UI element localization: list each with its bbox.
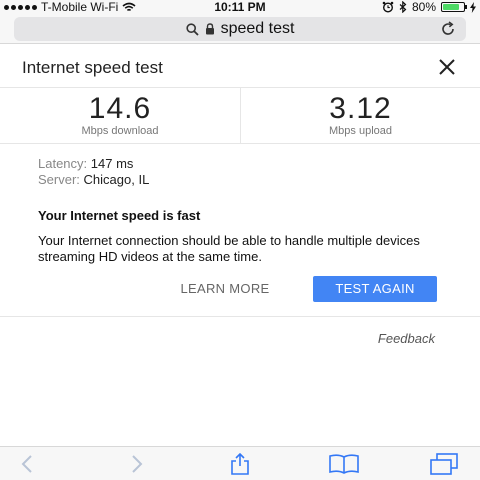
status-right: 80% — [382, 0, 476, 14]
upload-value: 3.12 — [329, 92, 392, 125]
server-row: Server: Chicago, IL — [38, 172, 458, 188]
upload-label: Mbps upload — [329, 125, 392, 137]
tabs-icon[interactable] — [428, 453, 460, 475]
share-icon[interactable] — [228, 453, 252, 475]
browser-toolbar — [0, 446, 480, 480]
carrier-label: T-Mobile Wi-Fi — [41, 0, 119, 14]
action-row: LEARN MORE TEST AGAIN — [0, 276, 480, 302]
divider — [0, 316, 480, 317]
server-value: Chicago, IL — [83, 172, 150, 187]
latency-value: 147 ms — [90, 156, 134, 171]
search-icon — [185, 22, 199, 36]
close-icon[interactable] — [436, 56, 458, 78]
browser-address-area: speed test — [0, 14, 480, 44]
signal-dots-icon — [4, 4, 37, 10]
card-title: Internet speed test — [22, 58, 163, 77]
result-headline: Your Internet speed is fast — [38, 208, 201, 223]
status-bar: T-Mobile Wi-Fi 10:11 PM 80% — [0, 0, 480, 14]
test-again-button[interactable]: TEST AGAIN — [313, 276, 437, 302]
speed-metrics: 14.6 Mbps download 3.12 Mbps upload — [0, 88, 480, 144]
battery-icon — [441, 2, 467, 12]
server-label: Server: — [38, 172, 80, 187]
bookmarks-icon[interactable] — [328, 453, 360, 475]
card-header: Internet speed test — [0, 50, 480, 88]
address-content[interactable]: speed test — [14, 17, 466, 41]
battery-percent: 80% — [411, 0, 436, 14]
download-label: Mbps download — [81, 125, 159, 137]
latency-row: Latency: 147 ms — [38, 156, 458, 172]
lock-icon — [205, 23, 214, 35]
feedback-link[interactable]: Feedback — [378, 331, 435, 346]
back-icon[interactable] — [16, 453, 40, 475]
alarm-icon — [382, 1, 394, 13]
reload-icon[interactable] — [438, 19, 458, 39]
learn-more-button[interactable]: LEARN MORE — [160, 276, 290, 302]
bluetooth-icon — [399, 1, 407, 13]
latency-label: Latency: — [38, 156, 88, 171]
download-metric: 14.6 Mbps download — [0, 88, 240, 143]
status-left: T-Mobile Wi-Fi — [4, 0, 136, 14]
download-value: 14.6 — [88, 92, 152, 125]
wifi-icon — [122, 2, 136, 11]
upload-metric: 3.12 Mbps upload — [240, 88, 480, 143]
address-query: speed test — [220, 20, 295, 37]
result-description: Your Internet connection should be able … — [38, 233, 420, 264]
address-bar[interactable]: speed test — [14, 17, 466, 41]
result-details: Latency: 147 ms Server: Chicago, IL Your… — [38, 156, 458, 265]
charging-icon — [470, 1, 476, 13]
forward-icon[interactable] — [124, 453, 148, 475]
